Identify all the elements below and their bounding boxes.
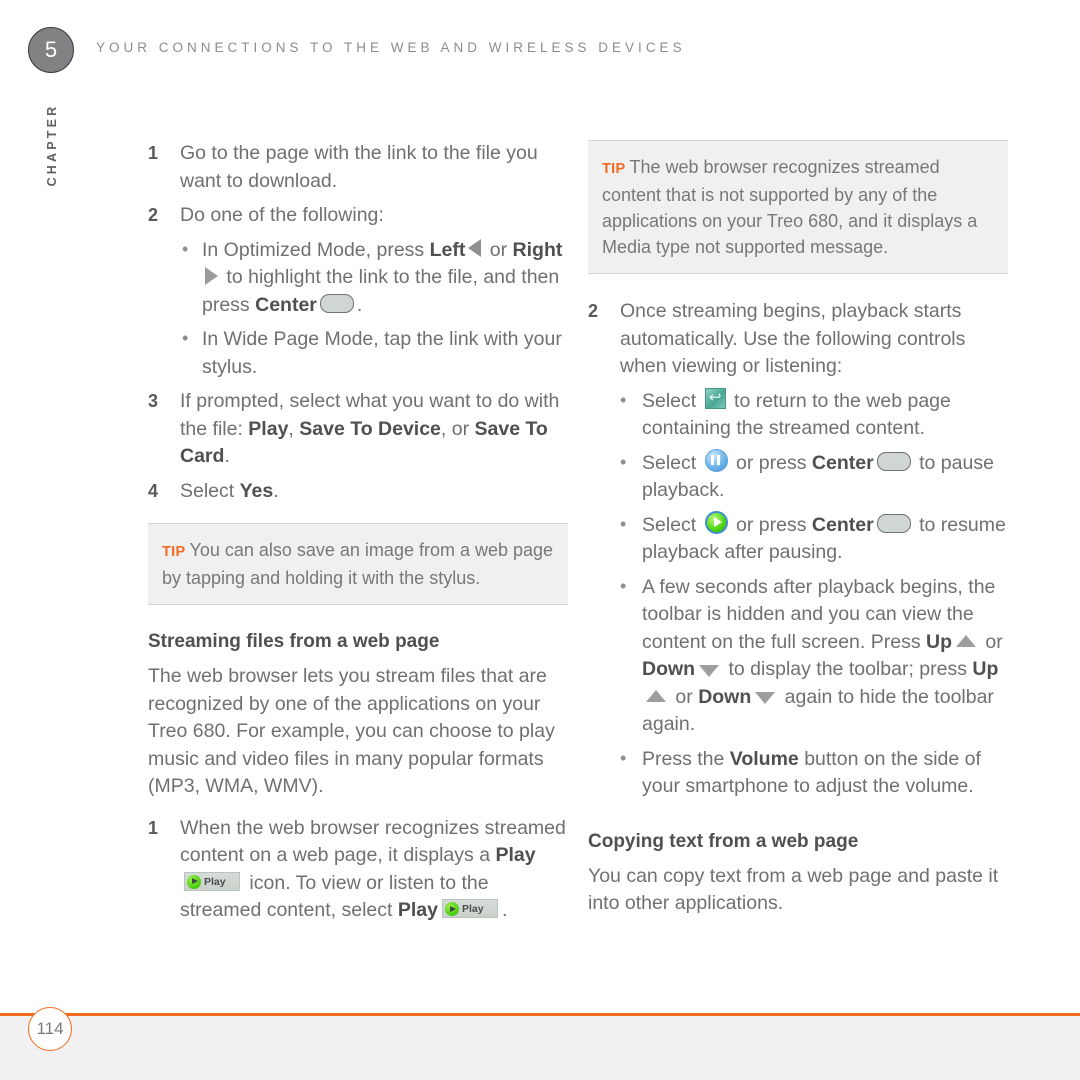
bold-term: Up bbox=[926, 630, 952, 653]
bold-term: Center bbox=[811, 513, 874, 536]
play-button-icon: Play bbox=[442, 899, 498, 919]
step-text: Select bbox=[180, 479, 240, 502]
bold-term: Left bbox=[429, 238, 466, 261]
tip-label: TIP bbox=[162, 544, 186, 560]
bold-term: Yes bbox=[239, 479, 274, 502]
bullet-text: or bbox=[670, 685, 699, 708]
step-item: 2 Once streaming begins, playback starts… bbox=[588, 298, 1008, 381]
bullet-text: or press bbox=[730, 513, 812, 536]
right-arrow-icon bbox=[205, 266, 218, 285]
section-paragraph: The web browser lets you stream files th… bbox=[148, 665, 555, 797]
left-column: 1 Go to the page with the link to the fi… bbox=[148, 140, 568, 932]
tip-box: TIP You can also save an image from a web… bbox=[148, 523, 568, 605]
step-text: Go to the page with the link to the file… bbox=[180, 142, 538, 192]
center-button-icon bbox=[876, 451, 911, 471]
bullet-text: Select bbox=[642, 451, 702, 474]
tip-box: TIP The web browser recognizes streamed c… bbox=[588, 140, 1008, 274]
step-item: 3 If prompted, select what you want to d… bbox=[148, 388, 568, 471]
tip-text: You can also save an image from a web pa… bbox=[162, 540, 554, 588]
bold-term: Right bbox=[512, 238, 563, 261]
page-header-title: YOUR CONNECTIONS TO THE WEB AND WIRELESS… bbox=[96, 40, 686, 55]
chapter-number-badge: 5 bbox=[28, 27, 74, 73]
play-chip-label: Play bbox=[204, 875, 226, 888]
center-button-icon bbox=[319, 293, 354, 313]
section-paragraph: You can copy text from a web page and pa… bbox=[588, 864, 999, 915]
page-body: 1 Go to the page with the link to the fi… bbox=[0, 140, 1080, 980]
footer-rule bbox=[0, 1013, 1080, 1016]
step-number: 3 bbox=[148, 391, 159, 411]
bullet-text: or bbox=[484, 238, 513, 261]
bold-term: Center bbox=[255, 293, 317, 316]
bold-term: Down bbox=[698, 685, 752, 708]
step-text: . bbox=[502, 899, 508, 921]
section-heading: Streaming files from a web page bbox=[148, 631, 440, 652]
section-heading: Copying text from a web page bbox=[588, 830, 859, 852]
bullet-text: Select bbox=[642, 513, 702, 536]
page-number-badge: 114 bbox=[28, 1007, 72, 1051]
bullet-text: to display the toolbar; press bbox=[723, 658, 973, 680]
bold-term: Up bbox=[972, 658, 999, 680]
step-text: , or bbox=[440, 417, 475, 440]
list-item: In Wide Page Mode, tap the link with you… bbox=[180, 325, 568, 381]
step-text: . bbox=[273, 479, 279, 502]
bullet-text: Press the bbox=[642, 747, 730, 770]
center-button-icon bbox=[876, 513, 911, 533]
step-text: . bbox=[224, 445, 230, 467]
list-item: Press the Volume button on the side of y… bbox=[618, 745, 1008, 801]
bold-term: Save To Device bbox=[299, 417, 441, 440]
up-arrow-icon bbox=[956, 635, 976, 648]
step-text: Do one of the following: bbox=[180, 204, 384, 226]
return-arrow-icon bbox=[704, 387, 726, 409]
step-number: 2 bbox=[148, 205, 159, 225]
play-circle-icon bbox=[187, 874, 201, 889]
play-circle-icon bbox=[445, 902, 459, 917]
left-arrow-icon bbox=[468, 239, 482, 258]
bold-term: Center bbox=[811, 451, 874, 474]
bold-term: Play bbox=[248, 417, 289, 440]
pause-icon bbox=[704, 448, 728, 472]
step-number: 1 bbox=[148, 143, 159, 163]
down-arrow-icon bbox=[699, 664, 720, 677]
right-column: TIP The web browser recognizes streamed c… bbox=[588, 140, 1008, 926]
step-number: 2 bbox=[588, 301, 599, 321]
step-number: 1 bbox=[148, 817, 159, 838]
bold-term: Volume bbox=[729, 747, 799, 770]
step-item: 2 Do one of the following: bbox=[148, 202, 568, 230]
list-item: In Optimized Mode, press Left or Right t… bbox=[180, 236, 568, 320]
play-chip-label: Play bbox=[462, 903, 484, 916]
bullet-text: Select bbox=[642, 389, 702, 412]
play-button-icon: Play bbox=[184, 871, 240, 891]
bullet-text: or bbox=[980, 630, 1003, 653]
tip-text: The web browser recognizes streamed cont… bbox=[602, 157, 978, 257]
up-arrow-icon bbox=[646, 690, 666, 703]
step-number: 4 bbox=[148, 480, 159, 501]
down-arrow-icon bbox=[755, 692, 776, 705]
bold-term: Down bbox=[642, 658, 696, 680]
list-item: Select or press Center to resume playbac… bbox=[618, 510, 1008, 567]
step-text: Once streaming begins, playback starts a… bbox=[620, 300, 966, 377]
bold-term: Play bbox=[397, 899, 438, 921]
bullet-text: In Optimized Mode, press bbox=[202, 238, 430, 261]
footer-band bbox=[0, 1015, 1080, 1080]
list-item: Select or press Center to pause playback… bbox=[618, 448, 1008, 505]
list-item: Select to return to the web page contain… bbox=[618, 387, 1008, 443]
bullet-text: or press bbox=[730, 451, 812, 474]
bullet-text: In Wide Page Mode, tap the link with you… bbox=[202, 328, 562, 378]
play-icon bbox=[704, 510, 728, 534]
step-item: 1 Go to the page with the link to the fi… bbox=[148, 140, 568, 195]
step-text: , bbox=[288, 417, 300, 440]
step-item: 1 When the web browser recognizes stream… bbox=[148, 815, 568, 925]
bold-term: Play bbox=[495, 844, 536, 866]
list-item: A few seconds after playback begins, the… bbox=[618, 573, 1008, 739]
bullet-text: . bbox=[356, 293, 363, 316]
tip-label: TIP bbox=[602, 161, 626, 177]
step-item: 4 Select Yes. bbox=[148, 478, 568, 506]
